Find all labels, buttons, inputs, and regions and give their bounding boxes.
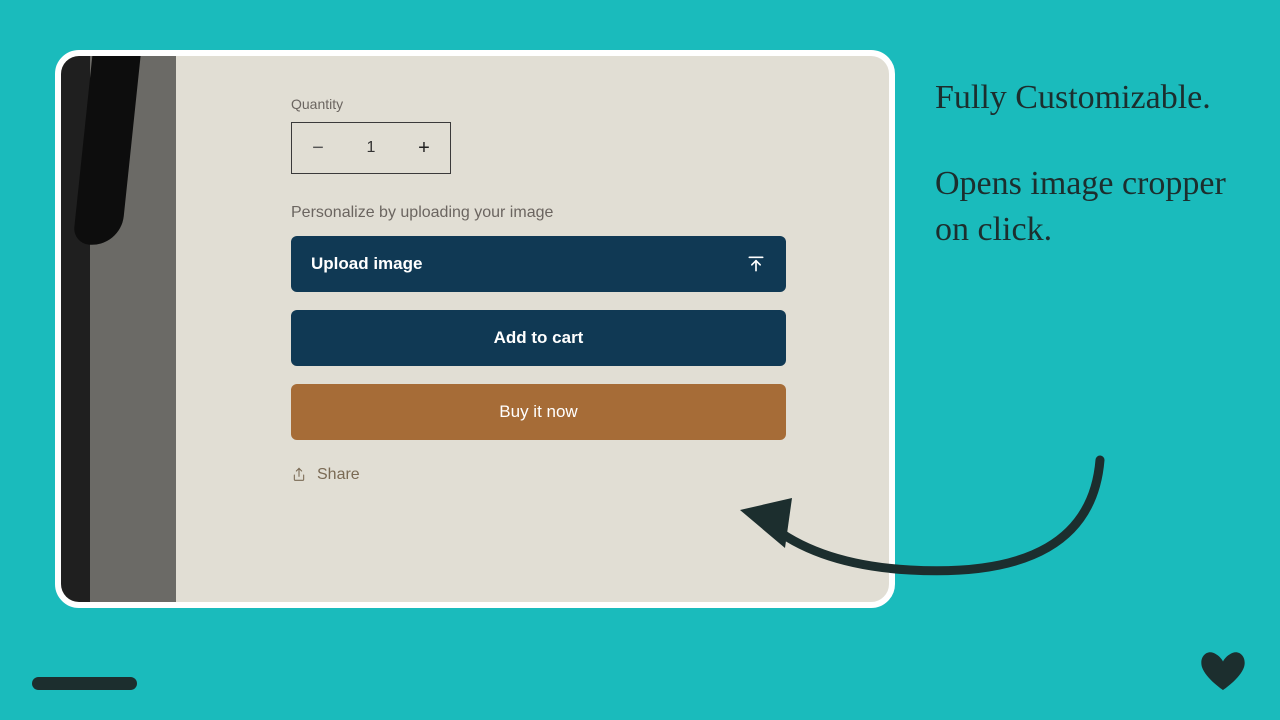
add-to-cart-label: Add to cart: [494, 328, 584, 348]
upload-icon: [746, 254, 766, 274]
upload-image-button[interactable]: Upload image: [291, 236, 786, 292]
product-image: [61, 56, 176, 608]
quantity-increase-button[interactable]: +: [398, 123, 450, 173]
personalize-label: Personalize by uploading your image: [291, 204, 786, 222]
callout-text: Fully Customizable. Opens image cropper …: [935, 75, 1255, 253]
heart-icon: [1200, 650, 1246, 692]
quantity-value: 1: [344, 139, 398, 157]
product-form: Quantity − 1 + Personalize by uploading …: [291, 96, 786, 484]
quantity-decrease-button[interactable]: −: [292, 123, 344, 173]
quantity-stepper: − 1 +: [291, 122, 451, 174]
upload-button-label: Upload image: [311, 254, 422, 274]
buy-now-button[interactable]: Buy it now: [291, 384, 786, 440]
callout-line-2: Opens image cropper on click.: [935, 161, 1255, 253]
arrow-annotation: [730, 440, 1110, 620]
buy-now-label: Buy it now: [499, 402, 577, 422]
callout-line-1: Fully Customizable.: [935, 75, 1255, 121]
share-label: Share: [317, 466, 360, 484]
decorative-dash: [32, 677, 137, 690]
share-icon: [291, 467, 307, 483]
share-button[interactable]: Share: [291, 466, 786, 484]
quantity-label: Quantity: [291, 96, 786, 112]
add-to-cart-button[interactable]: Add to cart: [291, 310, 786, 366]
